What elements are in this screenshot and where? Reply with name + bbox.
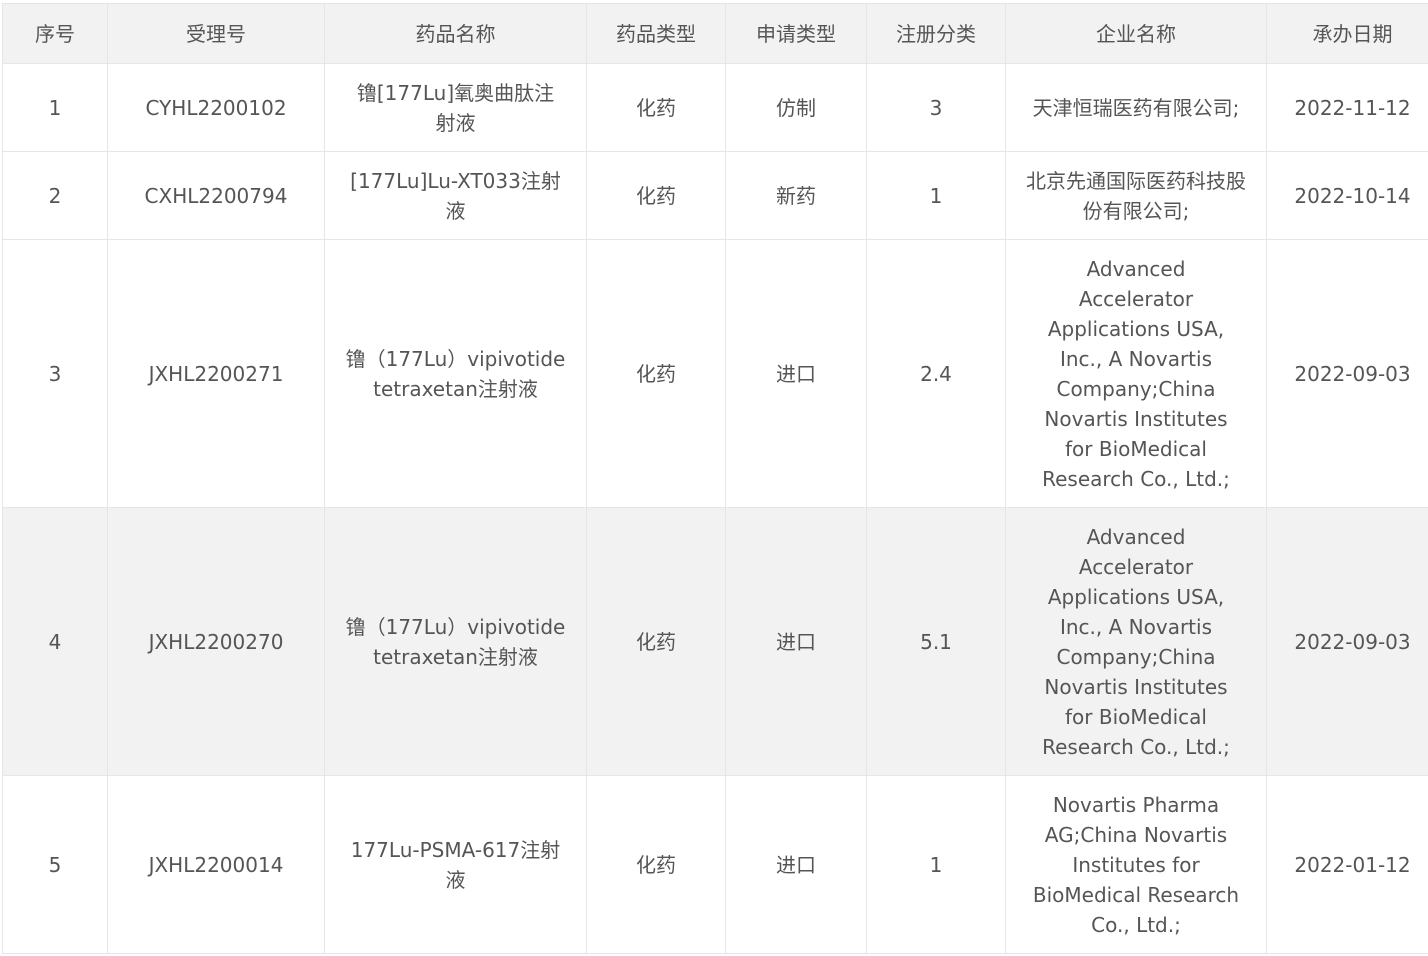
- cell-drug-name: 镥（177Lu）vipivotide tetraxetan注射液: [324, 239, 587, 508]
- drug-name-text: [177Lu]Lu-XT033注射液: [350, 168, 561, 223]
- cell-seq: 1: [2, 63, 108, 152]
- cell-date: 2022-11-12: [1266, 63, 1428, 152]
- header-enterprise: 企业名称: [1005, 3, 1267, 64]
- cell-enterprise: 北京先通国际医药科技股份有限公司;: [1005, 151, 1267, 240]
- drug-name-text: 镥（177Lu）vipivotide tetraxetan注射液: [345, 614, 566, 669]
- cell-seq: 4: [2, 507, 108, 776]
- cell-drug-name: 177Lu-PSMA-617注射液: [324, 775, 587, 954]
- enterprise-text: Advanced Accelerator Applications USA, I…: [1042, 256, 1230, 491]
- cell-acceptance-no: CXHL2200794: [107, 151, 325, 240]
- header-acceptance-no: 受理号: [107, 3, 325, 64]
- cell-seq: 3: [2, 239, 108, 508]
- cell-drug-type: 化药: [586, 63, 726, 152]
- cell-drug-name: 镥[177Lu]氧奥曲肽注射液: [324, 63, 587, 152]
- table-row: 2 CXHL2200794 [177Lu]Lu-XT033注射液 化药 新药 1…: [2, 151, 1428, 240]
- header-seq: 序号: [2, 3, 108, 64]
- enterprise-text: Novartis Pharma AG;China Novartis Instit…: [1032, 792, 1240, 937]
- header-application-type: 申请类型: [725, 3, 867, 64]
- cell-acceptance-no: JXHL2200270: [107, 507, 325, 776]
- table-header: 序号 受理号 药品名称 药品类型 申请类型 注册分类 企业名称 承办日期: [2, 3, 1428, 64]
- header-drug-type: 药品类型: [586, 3, 726, 64]
- cell-registration-class: 3: [866, 63, 1006, 152]
- cell-registration-class: 1: [866, 151, 1006, 240]
- cell-acceptance-no: JXHL2200271: [107, 239, 325, 508]
- drug-registration-table: 序号 受理号 药品名称 药品类型 申请类型 注册分类 企业名称 承办日期 1 C…: [2, 3, 1428, 954]
- cell-acceptance-no: CYHL2200102: [107, 63, 325, 152]
- table-body: 1 CYHL2200102 镥[177Lu]氧奥曲肽注射液 化药 仿制 3 天津…: [2, 63, 1428, 954]
- drug-name-text: 镥[177Lu]氧奥曲肽注射液: [356, 80, 555, 135]
- cell-date: 2022-01-12: [1266, 775, 1428, 954]
- table-row: 5 JXHL2200014 177Lu-PSMA-617注射液 化药 进口 1 …: [2, 775, 1428, 954]
- cell-date: 2022-09-03: [1266, 239, 1428, 508]
- enterprise-text: Advanced Accelerator Applications USA, I…: [1042, 524, 1230, 759]
- header-row: 序号 受理号 药品名称 药品类型 申请类型 注册分类 企业名称 承办日期: [2, 3, 1428, 64]
- cell-date: 2022-10-14: [1266, 151, 1428, 240]
- cell-seq: 2: [2, 151, 108, 240]
- cell-acceptance-no: JXHL2200014: [107, 775, 325, 954]
- cell-application-type: 进口: [725, 775, 867, 954]
- cell-enterprise: Advanced Accelerator Applications USA, I…: [1005, 239, 1267, 508]
- enterprise-text: 天津恒瑞医药有限公司;: [1032, 95, 1240, 120]
- header-registration-class: 注册分类: [866, 3, 1006, 64]
- enterprise-text: 北京先通国际医药科技股份有限公司;: [1026, 168, 1246, 223]
- cell-drug-name: [177Lu]Lu-XT033注射液: [324, 151, 587, 240]
- table-row: 1 CYHL2200102 镥[177Lu]氧奥曲肽注射液 化药 仿制 3 天津…: [2, 63, 1428, 152]
- cell-drug-type: 化药: [586, 151, 726, 240]
- cell-enterprise: Advanced Accelerator Applications USA, I…: [1005, 507, 1267, 776]
- drug-name-text: 177Lu-PSMA-617注射液: [350, 837, 561, 892]
- table-row: 4 JXHL2200270 镥（177Lu）vipivotide tetraxe…: [2, 507, 1428, 776]
- cell-registration-class: 2.4: [866, 239, 1006, 508]
- cell-registration-class: 5.1: [866, 507, 1006, 776]
- cell-application-type: 进口: [725, 239, 867, 508]
- cell-application-type: 进口: [725, 507, 867, 776]
- cell-drug-type: 化药: [586, 507, 726, 776]
- cell-drug-name: 镥（177Lu）vipivotide tetraxetan注射液: [324, 507, 587, 776]
- header-date: 承办日期: [1266, 3, 1428, 64]
- cell-enterprise: Novartis Pharma AG;China Novartis Instit…: [1005, 775, 1267, 954]
- table-row: 3 JXHL2200271 镥（177Lu）vipivotide tetraxe…: [2, 239, 1428, 508]
- cell-enterprise: 天津恒瑞医药有限公司;: [1005, 63, 1267, 152]
- cell-application-type: 仿制: [725, 63, 867, 152]
- cell-registration-class: 1: [866, 775, 1006, 954]
- cell-application-type: 新药: [725, 151, 867, 240]
- cell-drug-type: 化药: [586, 239, 726, 508]
- cell-date: 2022-09-03: [1266, 507, 1428, 776]
- cell-drug-type: 化药: [586, 775, 726, 954]
- drug-name-text: 镥（177Lu）vipivotide tetraxetan注射液: [345, 346, 566, 401]
- cell-seq: 5: [2, 775, 108, 954]
- header-drug-name: 药品名称: [324, 3, 587, 64]
